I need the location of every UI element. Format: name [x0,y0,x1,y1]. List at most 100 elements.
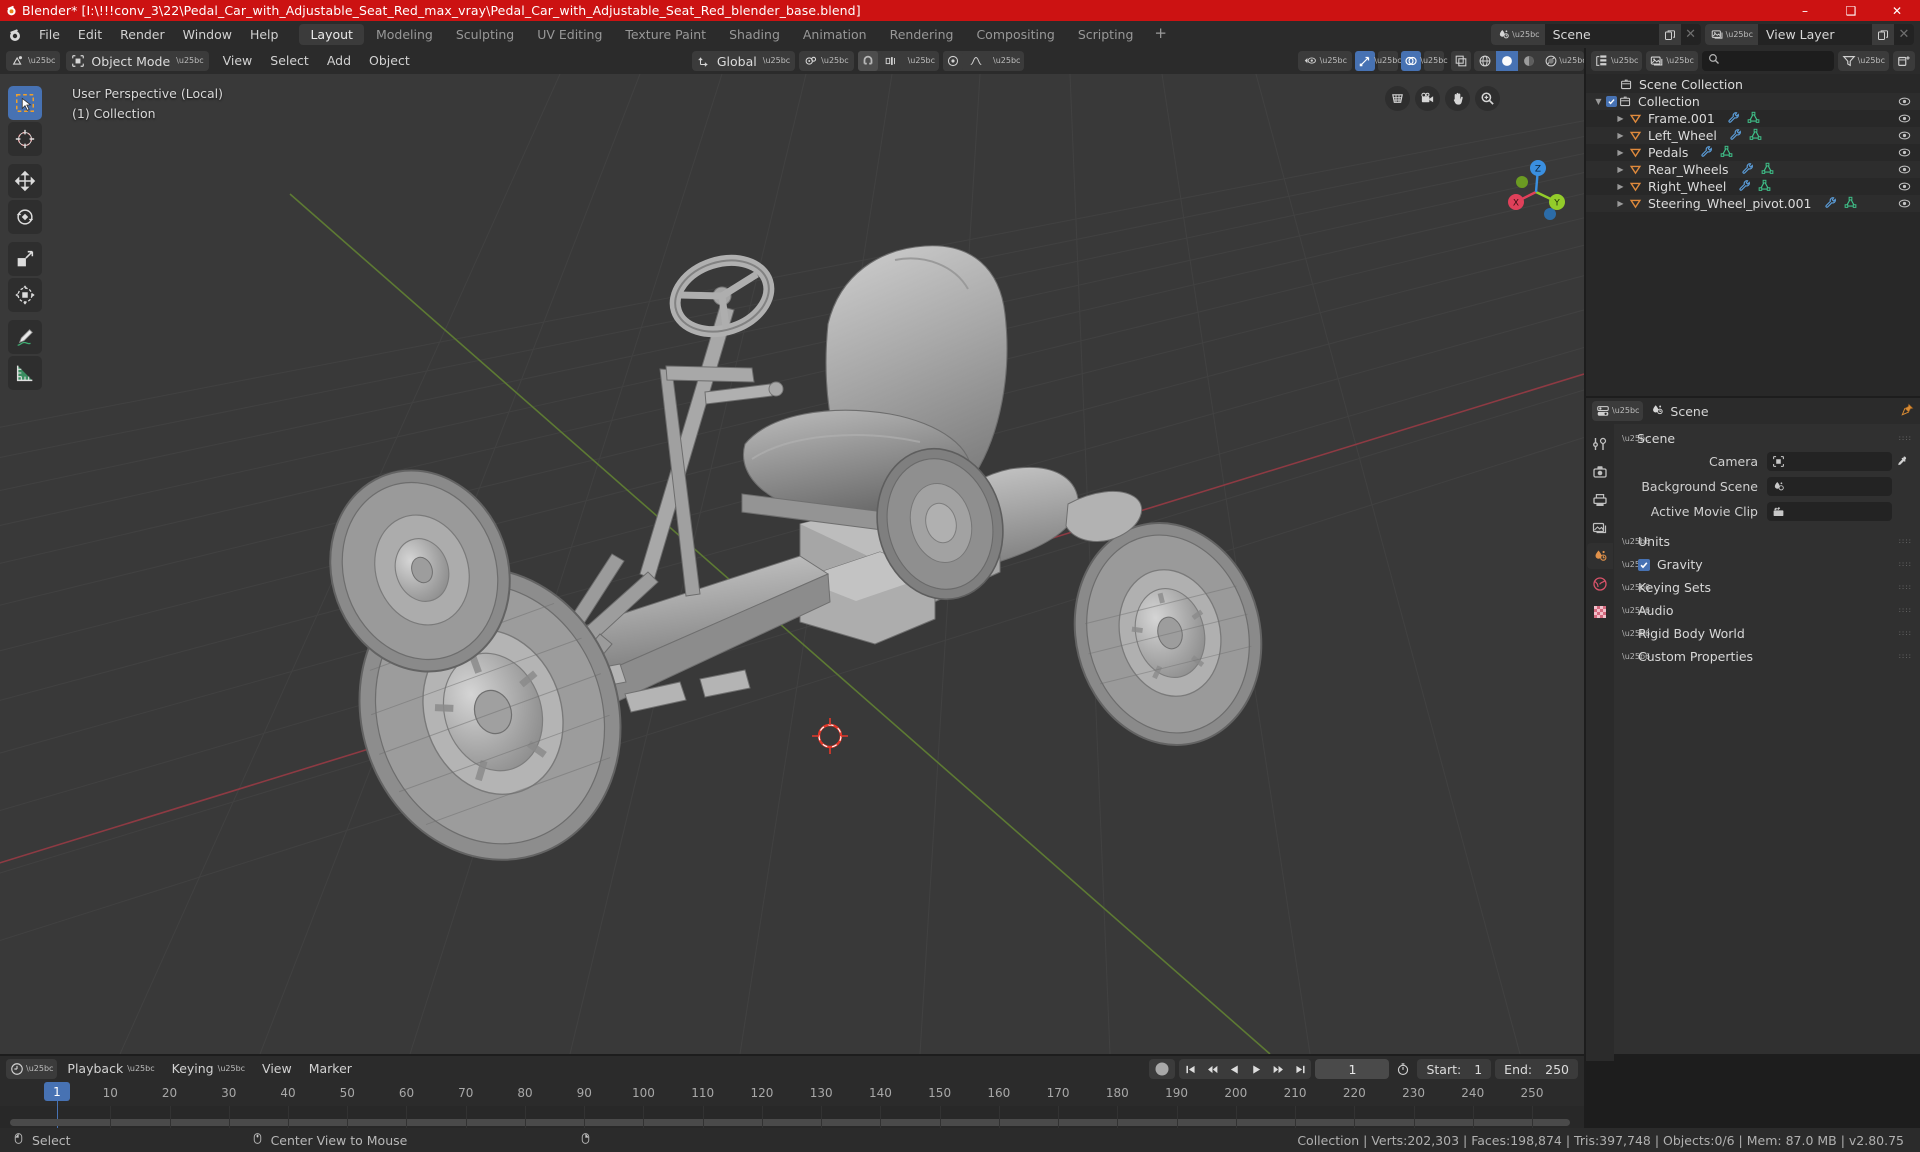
workspace-tab-scripting[interactable]: Scripting [1067,24,1145,45]
modifier-wrench-icon[interactable] [1727,111,1740,127]
modifier-wrench-icon[interactable] [1729,128,1742,144]
hide-in-viewport-icon[interactable] [1898,146,1911,162]
render-tab[interactable] [1587,459,1613,485]
tool-tab[interactable] [1587,431,1613,457]
gravity-checkbox[interactable] [1638,558,1650,571]
hide-in-viewport-icon[interactable] [1898,180,1911,196]
new-collection-icon[interactable] [1893,51,1915,71]
outliner-row-object[interactable]: ▶ Rear_Wheels [1586,161,1920,178]
expander-icon[interactable]: ▶ [1614,148,1627,157]
outliner-row-collection[interactable]: ▼ Collection [1586,93,1920,110]
expander-icon[interactable]: ▼ [1592,97,1605,106]
rotate-tool[interactable] [8,200,42,234]
hide-in-viewport-icon[interactable] [1898,197,1911,213]
collection-checkbox[interactable] [1606,96,1617,107]
maximize-button[interactable]: ❑ [1828,0,1874,21]
jump-to-start-button[interactable] [1179,1059,1201,1079]
timeline-horizontal-scrollbar[interactable] [10,1119,1570,1126]
modifier-wrench-icon[interactable] [1741,162,1754,178]
jump-to-end-button[interactable] [1289,1059,1311,1079]
menu-file[interactable]: File [30,25,69,44]
gravity-section[interactable]: \u25b6 Gravity :::: [1614,553,1920,576]
close-button[interactable]: ✕ [1874,0,1920,21]
outliner-row-object[interactable]: ▶ Left_Wheel [1586,127,1920,144]
mesh-data-icon[interactable] [1749,128,1762,144]
modifier-wrench-icon[interactable] [1700,145,1713,161]
outliner-row-scene-collection[interactable]: Scene Collection [1586,76,1920,93]
interaction-mode-selector[interactable]: Object Mode \u25bc [66,51,209,71]
properties-editor[interactable]: \u25bc Scene \u25bc Scene:::: Camera Ba… [1586,398,1920,1061]
scene-selector[interactable]: \u25bc Scene ✕ [1491,24,1701,45]
hide-in-viewport-icon[interactable] [1898,163,1911,179]
timeline-ruler[interactable]: 10 20 30 40 50 60 70 80 90 100 110 120 130 140 150 160 1… [0,1082,1584,1106]
scene-tab[interactable] [1587,543,1613,569]
timeline-menu-playback[interactable]: Playback \u25bc [60,1059,161,1079]
workspace-tab-compositing[interactable]: Compositing [965,24,1065,45]
editor-type-properties-icon[interactable]: \u25bc [1592,401,1644,421]
scene-name[interactable]: Scene [1545,24,1659,45]
scene-panel-header[interactable]: \u25bc Scene :::: [1614,428,1920,448]
expander-icon[interactable]: ▶ [1614,182,1627,191]
shading-dropdown[interactable]: \u25bc [1559,51,1584,71]
workspace-tab-uv-editing[interactable]: UV Editing [526,24,613,45]
editor-type-3dview-icon[interactable]: \u25bc [6,51,61,71]
workspace-tab-animation[interactable]: Animation [792,24,878,45]
mesh-data-icon[interactable] [1747,111,1760,127]
hide-in-viewport-icon[interactable] [1898,112,1911,128]
unlink-viewlayer-button[interactable]: ✕ [1894,24,1914,45]
mesh-data-icon[interactable] [1758,179,1771,195]
solid-shading-button[interactable] [1495,51,1518,71]
proportional-editing-controls[interactable]: \u25bc [943,51,1025,71]
measure-tool[interactable] [8,356,42,390]
3d-viewport[interactable]: \u25bc Object Mode \u25bc View Select Ad… [0,48,1590,1054]
timeline-menu-view[interactable]: View [255,1059,299,1079]
viewlayer-icon[interactable]: \u25bc [1704,24,1758,45]
blender-menu-icon[interactable] [0,21,30,48]
hide-in-viewport-icon[interactable] [1898,95,1911,111]
cursor-tool[interactable] [8,122,42,156]
viewport-menu-select[interactable]: Select [261,51,318,71]
annotate-tool[interactable] [8,320,42,354]
xray-toggle-icon[interactable] [1450,51,1471,71]
transform-orientation-selector[interactable]: Global \u25bc [691,51,796,71]
outliner-row-object[interactable]: ▶ Pedals [1586,144,1920,161]
workspace-tab-rendering[interactable]: Rendering [879,24,965,45]
outliner-search-field[interactable] [1701,51,1834,71]
units-section[interactable]: \u25b6 Units :::: [1614,530,1920,553]
proportional-edit-icon[interactable] [943,51,964,71]
menu-help[interactable]: Help [241,25,288,44]
smooth-falloff-icon[interactable] [966,51,986,71]
timeline-menu-keying[interactable]: Keying \u25bc [165,1059,252,1079]
filter-id-icon[interactable]: \u25bc [1646,51,1698,71]
pin-icon[interactable] [1901,403,1914,420]
expander-icon[interactable]: ▶ [1614,131,1627,140]
expander-icon[interactable]: ▶ [1614,199,1627,208]
view-layer-tab[interactable] [1587,515,1613,541]
add-workspace-button[interactable]: + [1145,24,1176,45]
outliner-display-mode-icon[interactable]: \u25bc [1591,51,1643,71]
viewport-menu-add[interactable]: Add [318,51,360,71]
mesh-data-icon[interactable] [1844,196,1857,212]
viewport-axis-gizmo[interactable]: X Y Z [1500,152,1572,224]
hide-in-viewport-icon[interactable] [1898,129,1911,145]
custom-properties-section[interactable]: \u25b6 Custom Properties :::: [1614,645,1920,668]
new-scene-button[interactable] [1658,24,1681,45]
menu-edit[interactable]: Edit [69,25,111,44]
playhead[interactable]: 1 [44,1082,70,1101]
minimize-button[interactable]: – [1782,0,1828,21]
snap-increment-icon[interactable] [880,51,901,71]
scene-icon[interactable]: \u25bc [1491,24,1545,45]
tweak-select-box-tool[interactable] [8,86,42,120]
auto-keying-record-icon[interactable] [1149,1059,1176,1079]
jump-to-next-keyframe-button[interactable] [1267,1059,1289,1079]
camera-field[interactable] [1767,451,1892,471]
current-frame-field[interactable]: 1 [1315,1059,1390,1079]
viewlayer-name[interactable]: View Layer [1758,24,1872,45]
workspace-tab-shading[interactable]: Shading [718,24,791,45]
timeline-menu-marker[interactable]: Marker [302,1059,359,1079]
outliner-row-object[interactable]: ▶ Frame.001 [1586,110,1920,127]
keying-sets-section[interactable]: \u25b6 Keying Sets :::: [1614,576,1920,599]
scale-tool[interactable] [8,242,42,276]
pivot-point-selector[interactable]: \u25bc [799,51,854,71]
world-tab[interactable] [1587,571,1613,597]
